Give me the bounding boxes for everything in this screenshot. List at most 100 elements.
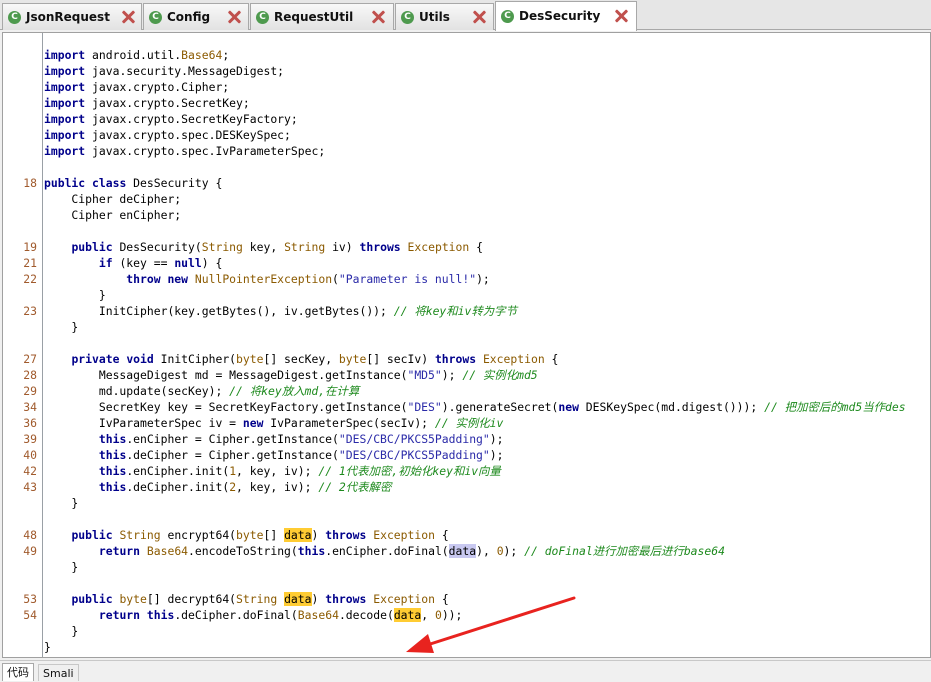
bottom-tab-bar: 代码 Smali	[0, 660, 931, 681]
code-line[interactable]: }	[3, 319, 930, 335]
code-line[interactable]: 18 public class DesSecurity {	[3, 175, 930, 191]
class-c-icon: C	[256, 11, 269, 24]
code-text: import javax.crypto.SecretKeyFactory;	[44, 112, 298, 126]
close-icon[interactable]	[121, 10, 135, 24]
code-text: }	[44, 496, 79, 510]
code-line[interactable]: 40 this.deCipher = Cipher.getInstance("D…	[3, 447, 930, 463]
code-line[interactable]: import javax.crypto.spec.IvParameterSpec…	[3, 143, 930, 159]
code-text: throw new NullPointerException("Paramete…	[126, 272, 490, 286]
code-text: }	[44, 624, 79, 638]
close-icon[interactable]	[371, 10, 385, 24]
line-number: 28	[23, 368, 37, 382]
code-text: if (key == null) {	[98, 256, 223, 270]
code-line[interactable]	[3, 335, 930, 351]
code-text: import javax.crypto.Cipher;	[44, 80, 230, 94]
code-line[interactable]: 27 private void InitCipher(byte[] secKey…	[3, 351, 930, 367]
code-text: import javax.crypto.spec.DESKeySpec;	[44, 128, 291, 142]
code-line[interactable]: 22 throw new NullPointerException("Param…	[3, 271, 930, 287]
tab-label: DesSecurity	[519, 9, 601, 23]
tab-jsonrequest[interactable]: C JsonRequest	[2, 3, 142, 30]
code-line[interactable]: 19 public DesSecurity(String key, String…	[3, 239, 930, 255]
code-area[interactable]: import android.util.Base64; import java.s…	[3, 33, 930, 657]
code-text: }	[44, 288, 106, 302]
code-line[interactable]: import java.security.MessageDigest;	[3, 63, 930, 79]
code-line[interactable]: 39 this.enCipher = Cipher.getInstance("D…	[3, 431, 930, 447]
code-editor[interactable]: import android.util.Base64; import java.s…	[2, 32, 931, 658]
code-text: Cipher deCipher;	[44, 192, 182, 206]
code-line[interactable]: 42 this.enCipher.init(1, key, iv); // 1代…	[3, 463, 930, 479]
line-number: 21	[23, 256, 37, 270]
code-line[interactable]: Cipher enCipher;	[3, 207, 930, 223]
code-line[interactable]	[3, 223, 930, 239]
code-text: MessageDigest md = MessageDigest.getInst…	[44, 368, 538, 382]
code-line[interactable]: 21 if (key == null) {	[3, 255, 930, 271]
line-number: 49	[23, 544, 37, 558]
code-line[interactable]	[3, 511, 930, 527]
line-number: 23	[23, 304, 37, 318]
code-line[interactable]: import javax.crypto.Cipher;	[3, 79, 930, 95]
line-number: 40	[23, 448, 37, 462]
code-line[interactable]: 48 public String encrypt64(byte[] data) …	[3, 527, 930, 543]
tab-label: RequestUtil	[274, 10, 354, 24]
line-number: 48	[23, 528, 37, 542]
code-line[interactable]: import android.util.Base64;	[3, 47, 930, 63]
tab-config[interactable]: C Config	[143, 3, 249, 30]
code-text: this.enCipher = Cipher.getInstance("DES/…	[98, 432, 504, 446]
tab-requestutil[interactable]: C RequestUtil	[250, 3, 394, 30]
code-line[interactable]: 34 SecretKey key = SecretKeyFactory.getI…	[3, 399, 930, 415]
tab-dessecurity[interactable]: C DesSecurity	[495, 1, 637, 31]
code-line[interactable]: 28 MessageDigest md = MessageDigest.getI…	[3, 367, 930, 383]
tab-code[interactable]: 代码	[2, 663, 34, 681]
line-number: 43	[23, 480, 37, 494]
code-line[interactable]: }	[3, 559, 930, 575]
code-line[interactable]: import javax.crypto.spec.DESKeySpec;	[3, 127, 930, 143]
code-text: public class DesSecurity {	[44, 176, 223, 190]
tab-smali[interactable]: Smali	[38, 664, 79, 681]
code-line[interactable]	[3, 575, 930, 591]
close-icon[interactable]	[227, 10, 241, 24]
code-line[interactable]: import javax.crypto.SecretKeyFactory;	[3, 111, 930, 127]
class-c-icon: C	[501, 10, 514, 23]
tab-label: Utils	[419, 10, 450, 24]
tab-label: JsonRequest	[26, 10, 110, 24]
code-text: public String encrypt64(byte[] data) thr…	[71, 528, 449, 542]
code-line[interactable]	[3, 159, 930, 175]
code-line[interactable]: 36 IvParameterSpec iv = new IvParameterS…	[3, 415, 930, 431]
line-number: 18	[23, 176, 37, 190]
code-line[interactable]: 49 return Base64.encodeToString(this.enC…	[3, 543, 930, 559]
code-text: }	[44, 320, 79, 334]
code-line[interactable]: import javax.crypto.SecretKey;	[3, 95, 930, 111]
code-line[interactable]: }	[3, 495, 930, 511]
editor-tab-bar: C JsonRequest C Config C RequestUtil C U…	[0, 0, 931, 31]
code-text: }	[44, 640, 51, 654]
code-text: IvParameterSpec iv = new IvParameterSpec…	[44, 416, 504, 430]
line-number: 39	[23, 432, 37, 446]
code-text: InitCipher(key.getBytes(), iv.getBytes()…	[44, 304, 517, 318]
line-number: 54	[23, 608, 37, 622]
red-arrow-icon	[406, 596, 576, 653]
code-text: Cipher enCipher;	[44, 208, 182, 222]
line-number: 27	[23, 352, 37, 366]
code-text: this.deCipher = Cipher.getInstance("DES/…	[98, 448, 504, 462]
class-c-icon: C	[149, 11, 162, 24]
line-number: 53	[23, 592, 37, 606]
code-text: import javax.crypto.spec.IvParameterSpec…	[44, 144, 326, 158]
tab-utils[interactable]: C Utils	[395, 3, 494, 30]
code-text: md.update(secKey); // 将key放入md,在计算	[44, 384, 360, 398]
code-text: private void InitCipher(byte[] secKey, b…	[71, 352, 559, 366]
code-line[interactable]: 29 md.update(secKey); // 将key放入md,在计算	[3, 383, 930, 399]
code-line[interactable]: Cipher deCipher;	[3, 191, 930, 207]
line-number: 36	[23, 416, 37, 430]
code-text: import javax.crypto.SecretKey;	[44, 96, 250, 110]
code-text: import android.util.Base64;	[44, 48, 230, 62]
code-text: return Base64.encodeToString(this.enCiph…	[98, 544, 725, 558]
code-line[interactable]: }	[3, 287, 930, 303]
close-icon[interactable]	[472, 10, 486, 24]
code-line[interactable]: 43 this.deCipher.init(2, key, iv); // 2代…	[3, 479, 930, 495]
class-c-icon: C	[8, 11, 21, 24]
tab-label: Config	[167, 10, 211, 24]
line-number: 29	[23, 384, 37, 398]
code-text: this.deCipher.init(2, key, iv); // 2代表解密	[98, 480, 392, 494]
code-line[interactable]: 23 InitCipher(key.getBytes(), iv.getByte…	[3, 303, 930, 319]
close-icon[interactable]	[614, 9, 628, 23]
